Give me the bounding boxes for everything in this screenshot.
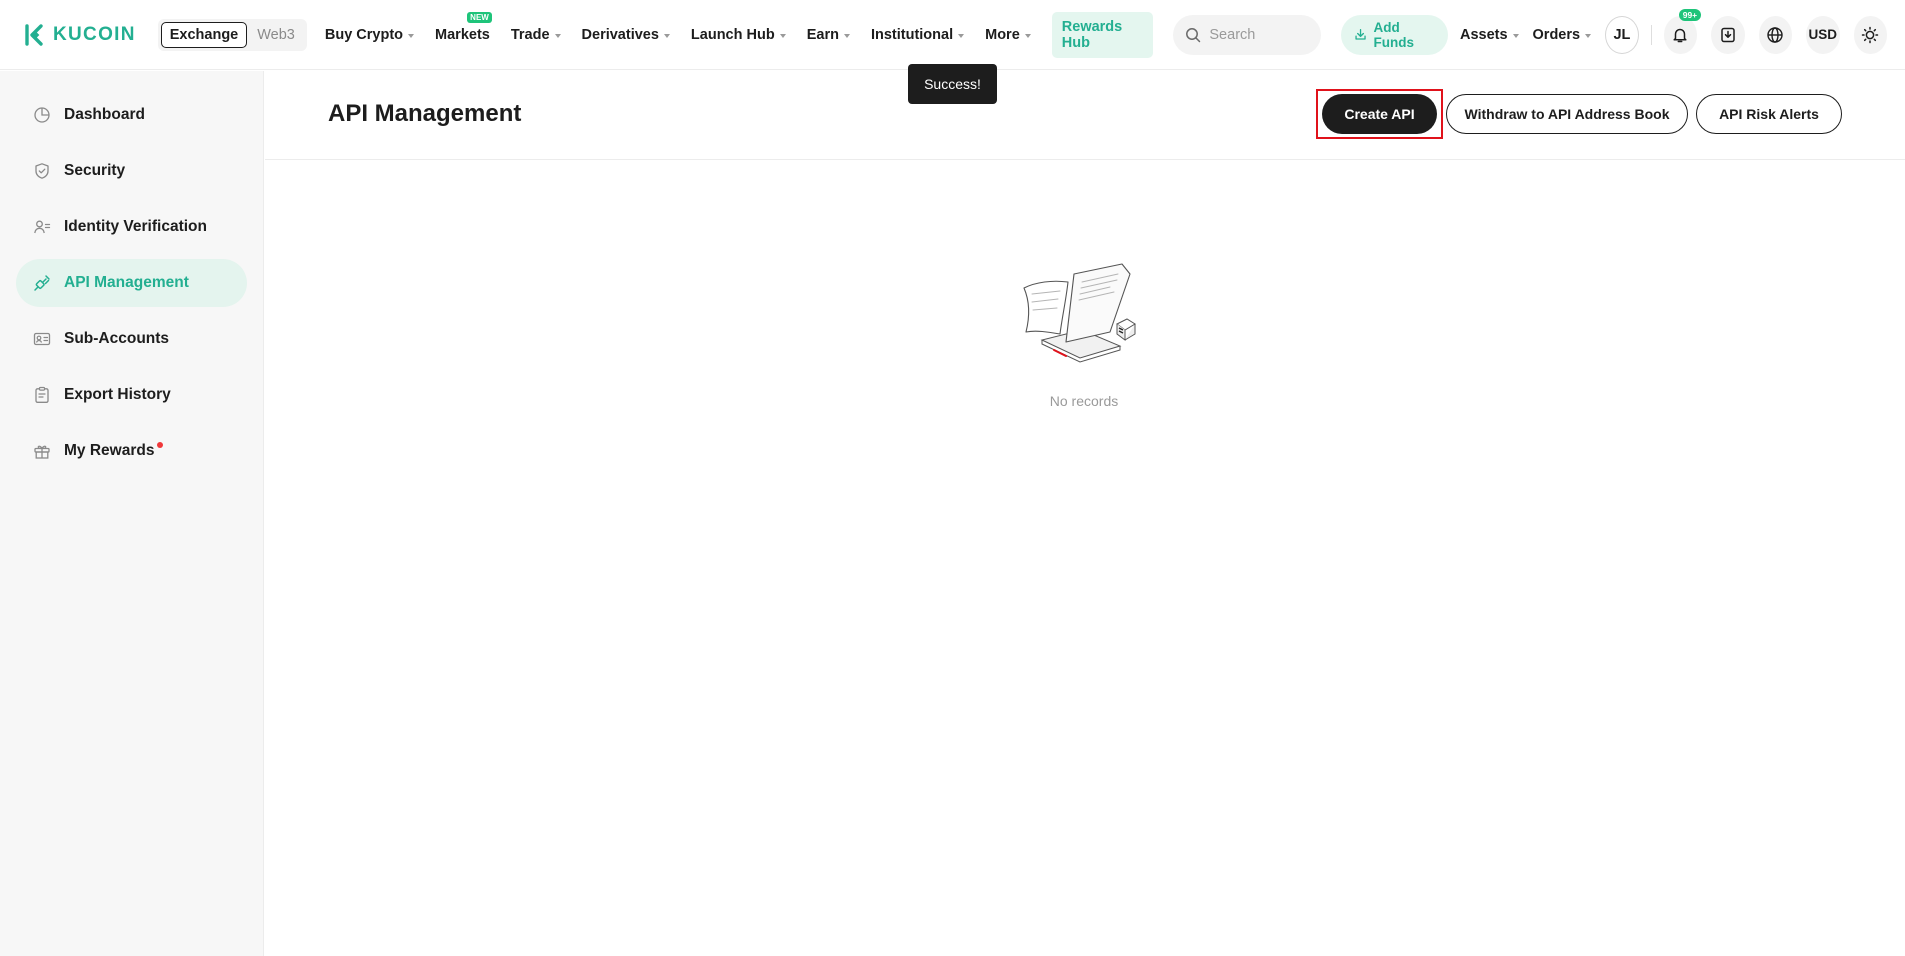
notification-count-badge: 99+ (1678, 8, 1702, 21)
api-link-icon (32, 274, 51, 293)
nav-label: Trade (510, 26, 550, 43)
main-nav: Buy Crypto Markets NEW Trade Derivatives… (324, 11, 1052, 43)
sidebar-item-label: My Rewards (64, 442, 155, 459)
currency-label: USD (1808, 27, 1838, 42)
nav-label: More (985, 26, 1020, 43)
kucoin-logo[interactable]: KUCOIN (22, 23, 136, 47)
sidebar-item-label: Identity Verification (64, 218, 207, 235)
download-app-button[interactable] (1711, 15, 1745, 54)
nav-label: Institutional (870, 26, 954, 43)
nav-launch-hub[interactable]: Launch Hub (691, 27, 786, 43)
shield-icon (32, 162, 51, 181)
web3-tab[interactable]: Web3 (257, 27, 295, 43)
orders-menu[interactable]: Orders (1533, 27, 1592, 43)
sidebar-item-api-management[interactable]: API Management (16, 259, 247, 307)
bell-icon (1673, 28, 1687, 42)
nav-institutional[interactable]: Institutional (870, 26, 965, 43)
search-box[interactable] (1173, 14, 1322, 55)
sidebar-item-identity-verification[interactable]: Identity Verification (16, 203, 247, 251)
sidebar-item-label: Export History (64, 386, 171, 403)
nav-trade[interactable]: Trade (511, 27, 561, 43)
exchange-tab[interactable]: Exchange (160, 21, 248, 48)
notifications-button[interactable]: 99+ (1663, 8, 1702, 54)
api-risk-alerts-button[interactable]: API Risk Alerts (1696, 94, 1842, 134)
create-api-button[interactable]: Create API (1322, 94, 1437, 134)
add-funds-button[interactable]: Add Funds (1341, 14, 1448, 55)
sun-icon (1862, 26, 1879, 43)
deposit-icon (1355, 28, 1367, 40)
top-navigation-bar: KUCOIN Exchange Web3 Buy Crypto Markets … (0, 0, 1905, 70)
nav-label: Derivatives (581, 26, 659, 43)
logo-text: KUCOIN (53, 23, 136, 45)
new-badge: NEW (467, 11, 492, 23)
nav-label: Launch Hub (690, 26, 775, 43)
nav-derivatives[interactable]: Derivatives (582, 27, 670, 43)
kucoin-logo-icon (25, 23, 43, 46)
currency-button[interactable]: USD (1806, 15, 1840, 54)
sidebar-item-export-history[interactable]: Export History (16, 371, 247, 419)
assets-label: Assets (1459, 26, 1508, 43)
chevron-down-icon (408, 33, 415, 38)
sidebar-item-dashboard[interactable]: Dashboard (16, 91, 247, 139)
add-funds-label: Add Funds (1373, 19, 1414, 50)
chevron-down-icon (554, 33, 561, 38)
rewards-hub-button[interactable]: Rewards Hub (1051, 11, 1154, 58)
chevron-down-icon (1512, 33, 1519, 38)
sidebar-item-label: API Management (64, 274, 189, 291)
download-icon (1721, 27, 1735, 42)
chevron-down-icon (1024, 33, 1031, 38)
success-tooltip: Success! (908, 64, 997, 104)
header-divider (1650, 24, 1652, 45)
nav-label: Earn (806, 26, 839, 43)
sub-accounts-icon (32, 330, 51, 349)
sidebar-item-security[interactable]: Security (16, 147, 247, 195)
assets-menu[interactable]: Assets (1460, 27, 1519, 43)
empty-state-text: No records (1049, 393, 1119, 409)
gift-icon (32, 442, 51, 461)
id-card-icon (32, 218, 51, 237)
sidebar-item-label: Sub-Accounts (64, 330, 170, 347)
nav-more[interactable]: More (985, 27, 1031, 43)
empty-state-illustration (1023, 263, 1136, 363)
search-icon (1186, 27, 1201, 42)
orders-label: Orders (1532, 26, 1581, 43)
account-sidebar: Dashboard Security Identity Verification… (0, 71, 264, 956)
nav-buy-crypto[interactable]: Buy Crypto (324, 26, 415, 43)
withdraw-address-book-button[interactable]: Withdraw to API Address Book (1446, 94, 1688, 134)
dashboard-icon (32, 106, 51, 125)
chevron-down-icon (779, 33, 786, 38)
sidebar-item-my-rewards[interactable]: My Rewards (16, 427, 247, 475)
globe-icon (1767, 26, 1784, 43)
clipboard-icon (32, 386, 51, 405)
nav-earn[interactable]: Earn (807, 27, 850, 43)
user-avatar[interactable]: JL (1605, 15, 1639, 54)
language-button[interactable] (1758, 15, 1793, 54)
new-reward-dot (157, 442, 164, 448)
exchange-web3-switcher: Exchange Web3 (157, 18, 307, 51)
sidebar-item-label: Dashboard (64, 106, 145, 123)
chevron-down-icon (663, 33, 670, 38)
chevron-down-icon (958, 33, 965, 38)
chevron-down-icon (843, 33, 850, 38)
sidebar-item-label: Security (64, 162, 126, 179)
sidebar-item-sub-accounts[interactable]: Sub-Accounts (16, 315, 247, 363)
nav-markets[interactable]: Markets NEW (435, 11, 492, 43)
search-input[interactable] (1209, 26, 1310, 43)
nav-label: Markets (435, 26, 490, 43)
theme-toggle-button[interactable] (1853, 15, 1888, 54)
chevron-down-icon (1585, 33, 1592, 38)
page-title: API Management (328, 100, 522, 127)
nav-label: Buy Crypto (324, 26, 404, 43)
